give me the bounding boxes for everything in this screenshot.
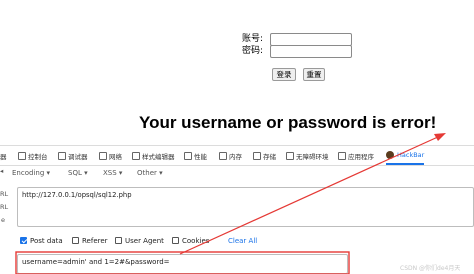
annotation-overlay — [15, 133, 446, 274]
arrowhead-icon — [434, 133, 446, 141]
annotation-arrow — [179, 135, 441, 255]
watermark: CSDN @你们de4月天 — [400, 265, 461, 272]
post-data-highlight-box — [15, 251, 350, 274]
